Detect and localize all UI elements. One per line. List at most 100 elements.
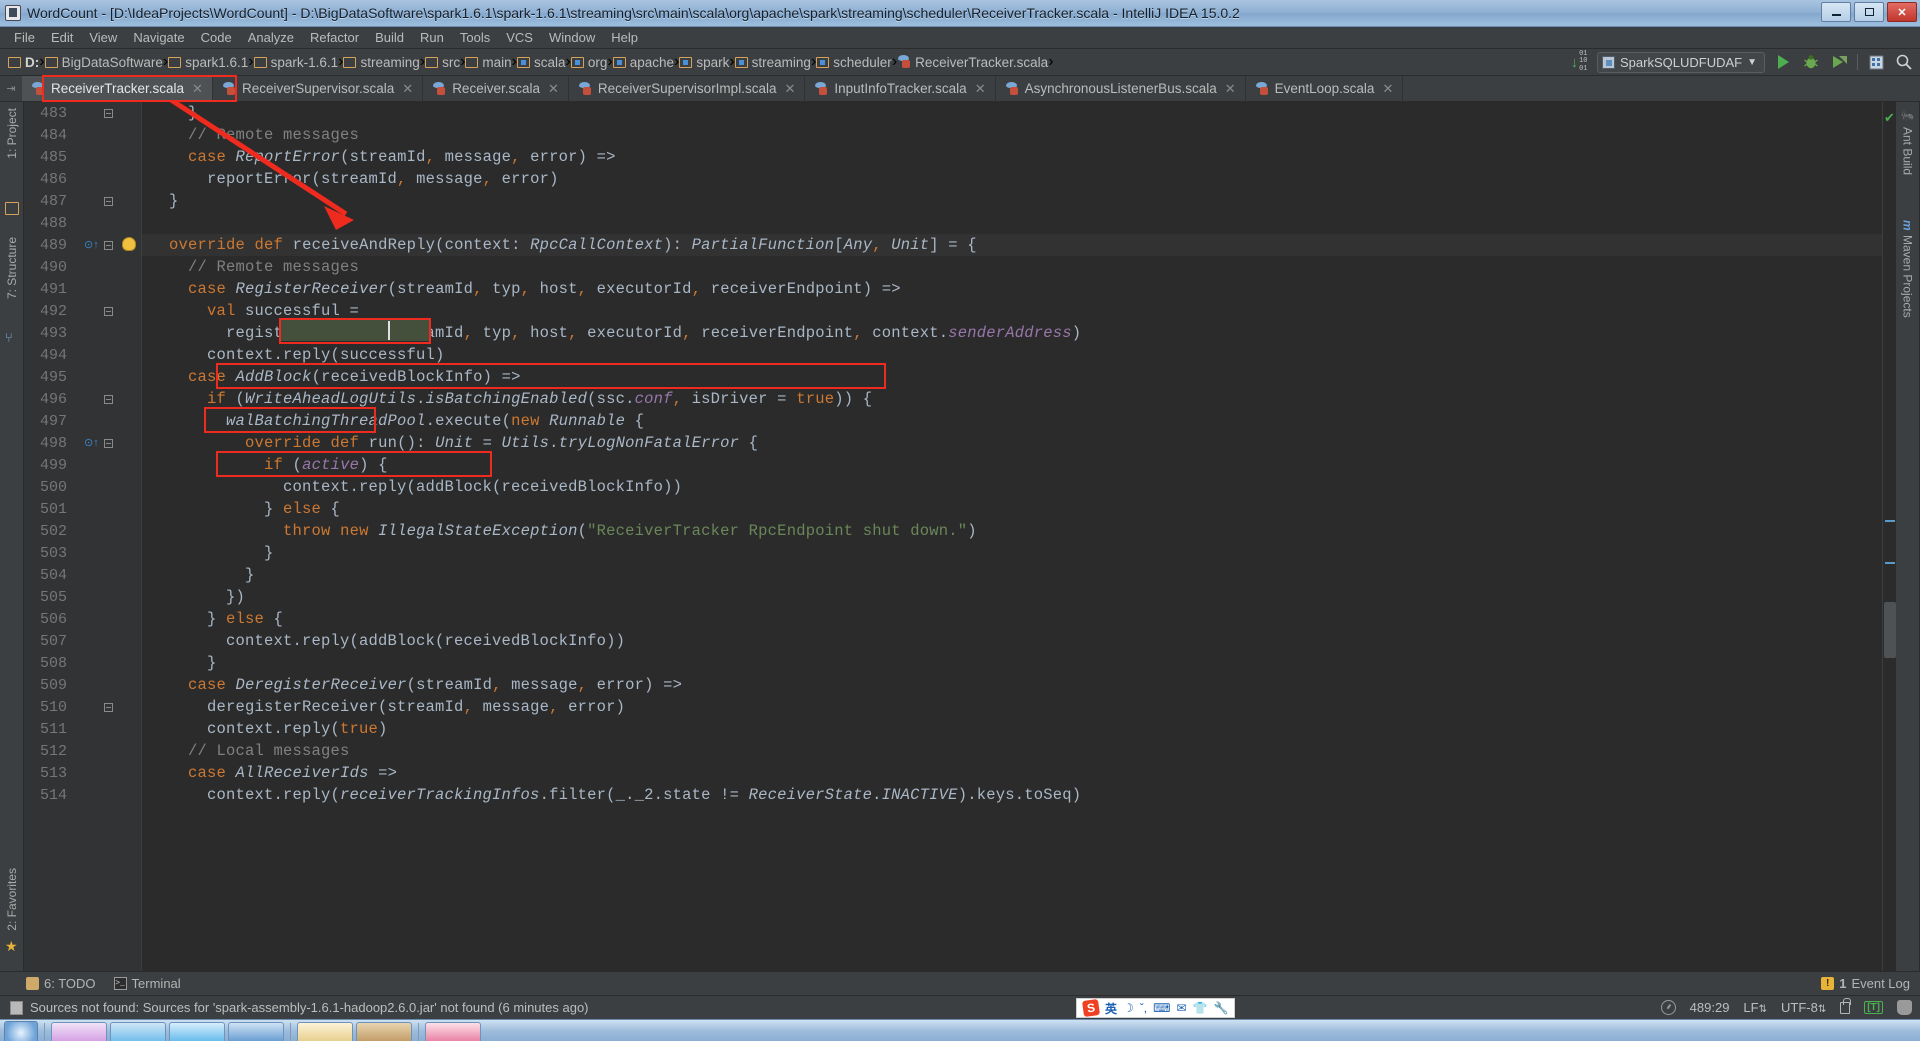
menu-item-refactor[interactable]: Refactor bbox=[302, 29, 367, 46]
menu-item-run[interactable]: Run bbox=[412, 29, 452, 46]
taskbar-item[interactable] bbox=[228, 1021, 284, 1041]
code-line[interactable]: }) bbox=[150, 588, 245, 606]
menu-item-analyze[interactable]: Analyze bbox=[240, 29, 302, 46]
breadcrumb-item-spark[interactable]: spark bbox=[679, 55, 729, 70]
maximize-button[interactable] bbox=[1854, 2, 1884, 22]
taskbar-item[interactable] bbox=[169, 1021, 225, 1041]
scrollbar-thumb[interactable] bbox=[1884, 602, 1896, 658]
code-line[interactable]: case ReportError(streamId, message, erro… bbox=[150, 148, 616, 166]
line-separator-widget[interactable]: LF⇅ bbox=[1743, 1000, 1767, 1015]
taskbar-item[interactable] bbox=[356, 1021, 412, 1041]
project-structure-button[interactable] bbox=[1866, 52, 1886, 72]
sidebar-item-maven-projects[interactable]: m Maven Projects bbox=[1901, 220, 1915, 317]
code-line[interactable]: } bbox=[150, 104, 198, 122]
editor-tab-inputinfotrackerscala[interactable]: InputInfoTracker.scala ✕ bbox=[805, 76, 996, 101]
editor-tab-receivertrackerscala[interactable]: ReceiverTracker.scala ✕ bbox=[22, 76, 213, 101]
menu-item-navigate[interactable]: Navigate bbox=[125, 29, 192, 46]
code-line[interactable]: context.reply(receiverTrackingInfos.filt… bbox=[150, 786, 1081, 804]
code-folding-toggle[interactable] bbox=[104, 395, 115, 406]
intention-bulb-icon[interactable] bbox=[122, 237, 136, 251]
code-editor[interactable]: 483 484 485 486 487 488 489 ⊙↑ 490 491 492 493 494 49… bbox=[24, 102, 1882, 971]
ime-moon-icon[interactable]: ☽ bbox=[1123, 1001, 1134, 1015]
code-line[interactable]: context.reply(true) bbox=[150, 720, 388, 738]
close-icon[interactable]: ✕ bbox=[1382, 81, 1393, 97]
code-line[interactable]: } bbox=[150, 544, 274, 562]
taskbar-item[interactable] bbox=[110, 1021, 166, 1041]
ime-mode-label[interactable]: 英 bbox=[1105, 1000, 1117, 1017]
scroll-from-source-icon[interactable]: ↓ 01 10 01 bbox=[1569, 50, 1589, 72]
breadcrumb-item-spark161[interactable]: spark-1.6.1 bbox=[253, 55, 338, 70]
editor-gutter[interactable]: 483 484 485 486 487 488 489 ⊙↑ 490 491 492 493 494 49… bbox=[24, 102, 142, 971]
code-folding-toggle[interactable] bbox=[104, 703, 115, 714]
code-line[interactable]: case DeregisterReceiver(streamId, messag… bbox=[150, 676, 682, 694]
tool-window-todo[interactable]: 6: TODO bbox=[26, 976, 96, 991]
hector-icon[interactable] bbox=[1897, 1000, 1912, 1015]
code-folding-toggle[interactable] bbox=[104, 439, 115, 450]
code-line[interactable]: context.reply(addBlock(receivedBlockInfo… bbox=[150, 478, 682, 496]
ime-punctuation-icon[interactable]: ˇ, bbox=[1140, 1001, 1147, 1015]
editor-tab-receiverscala[interactable]: Receiver.scala ✕ bbox=[423, 76, 569, 101]
breadcrumb-item-src[interactable]: src bbox=[425, 55, 460, 70]
sidebar-item-favorites[interactable]: 2: Favorites bbox=[5, 868, 19, 931]
breadcrumb-item-main[interactable]: main bbox=[465, 55, 512, 70]
chevron-down-icon[interactable]: ▼ bbox=[1747, 57, 1757, 68]
editor-tab-receiversupervisorscala[interactable]: ReceiverSupervisor.scala ✕ bbox=[213, 76, 424, 101]
breadcrumb-item-org[interactable]: org bbox=[570, 55, 607, 70]
code-line[interactable]: walBatchingThreadPool.execute(new Runnab… bbox=[150, 412, 644, 430]
taskbar-item[interactable] bbox=[425, 1021, 481, 1041]
menu-item-vcs[interactable]: VCS bbox=[498, 29, 541, 46]
close-icon[interactable]: ✕ bbox=[784, 81, 795, 97]
menu-item-edit[interactable]: Edit bbox=[43, 29, 81, 46]
code-line[interactable]: deregisterReceiver(streamId, message, er… bbox=[150, 698, 625, 716]
close-icon[interactable]: ✕ bbox=[975, 81, 986, 97]
code-line[interactable]: } bbox=[150, 654, 217, 672]
code-line[interactable]: // Remote messages bbox=[150, 126, 359, 144]
sidebar-item-structure[interactable]: 7: Structure bbox=[5, 237, 19, 299]
breadcrumb-item-receivertrackerscala[interactable]: ReceiverTracker.scala bbox=[897, 55, 1048, 70]
editor-tab-asynchronouslistenerbusscala[interactable]: AsynchronousListenerBus.scala ✕ bbox=[996, 76, 1246, 101]
minimize-button[interactable] bbox=[1821, 2, 1851, 22]
code-folding-toggle[interactable] bbox=[104, 307, 115, 318]
code-line[interactable]: case RegisterReceiver(streamId, typ, hos… bbox=[150, 280, 901, 298]
menu-item-code[interactable]: Code bbox=[193, 29, 240, 46]
ime-settings-icon[interactable]: 🔧 bbox=[1213, 1001, 1228, 1015]
breadcrumb-item-streaming[interactable]: streaming bbox=[343, 55, 420, 70]
code-folding-toggle[interactable] bbox=[104, 241, 115, 252]
start-button[interactable] bbox=[4, 1021, 38, 1041]
ime-inbox-icon[interactable]: ✉ bbox=[1176, 1001, 1186, 1015]
code-line[interactable]: } else { bbox=[150, 610, 283, 628]
taskbar-item[interactable] bbox=[51, 1021, 107, 1041]
readonly-lock-icon[interactable] bbox=[1840, 997, 1851, 1014]
search-everywhere-button[interactable] bbox=[1894, 52, 1914, 72]
menu-item-build[interactable]: Build bbox=[367, 29, 412, 46]
menu-item-file[interactable]: File bbox=[6, 29, 43, 46]
run-configuration-selector[interactable]: SparkSQLUDFUDAF ▼ bbox=[1597, 51, 1765, 73]
code-line[interactable]: } else { bbox=[150, 500, 340, 518]
code-line[interactable]: reportError(streamId, message, error) bbox=[150, 170, 559, 188]
tool-window-event-log[interactable]: ! 1 Event Log bbox=[1821, 976, 1910, 991]
debug-button[interactable] bbox=[1801, 52, 1821, 72]
menu-item-view[interactable]: View bbox=[81, 29, 125, 46]
code-line[interactable]: if (WriteAheadLogUtils.isBatchingEnabled… bbox=[150, 390, 872, 408]
sogou-logo-icon[interactable]: S bbox=[1081, 998, 1101, 1018]
editor-marker-strip[interactable]: ✔ bbox=[1882, 102, 1896, 971]
inspection-badge[interactable]: [T] bbox=[1864, 1001, 1883, 1014]
code-line[interactable]: context.reply(successful) bbox=[150, 346, 445, 364]
editor-tab-eventloopscala[interactable]: EventLoop.scala ✕ bbox=[1246, 76, 1404, 101]
close-icon[interactable]: ✕ bbox=[548, 81, 559, 97]
code-line[interactable]: val successful = bbox=[150, 302, 359, 320]
ime-tray[interactable]: S 英 ☽ ˇ, ⌨ ✉ 👕 🔧 bbox=[1076, 998, 1236, 1018]
code-line[interactable]: // Local messages bbox=[150, 742, 350, 760]
code-line[interactable]: if (active) { bbox=[150, 456, 388, 474]
close-icon[interactable]: ✕ bbox=[402, 81, 413, 97]
code-line[interactable]: override def receiveAndReply(context: Rp… bbox=[150, 236, 977, 254]
breadcrumb-item-bigdatasoftware[interactable]: BigDataSoftware bbox=[44, 55, 163, 70]
menu-item-help[interactable]: Help bbox=[603, 29, 646, 46]
breadcrumb-item-spark161[interactable]: spark1.6.1 bbox=[168, 55, 248, 70]
code-line[interactable]: // Remote messages bbox=[150, 258, 359, 276]
ime-keyboard-icon[interactable]: ⌨ bbox=[1153, 1001, 1170, 1015]
close-button[interactable]: ✕ bbox=[1887, 2, 1917, 22]
caret-position[interactable]: 489:29 bbox=[1690, 1000, 1730, 1015]
breadcrumb-item-d[interactable]: D: bbox=[8, 55, 39, 70]
menu-item-tools[interactable]: Tools bbox=[452, 29, 498, 46]
